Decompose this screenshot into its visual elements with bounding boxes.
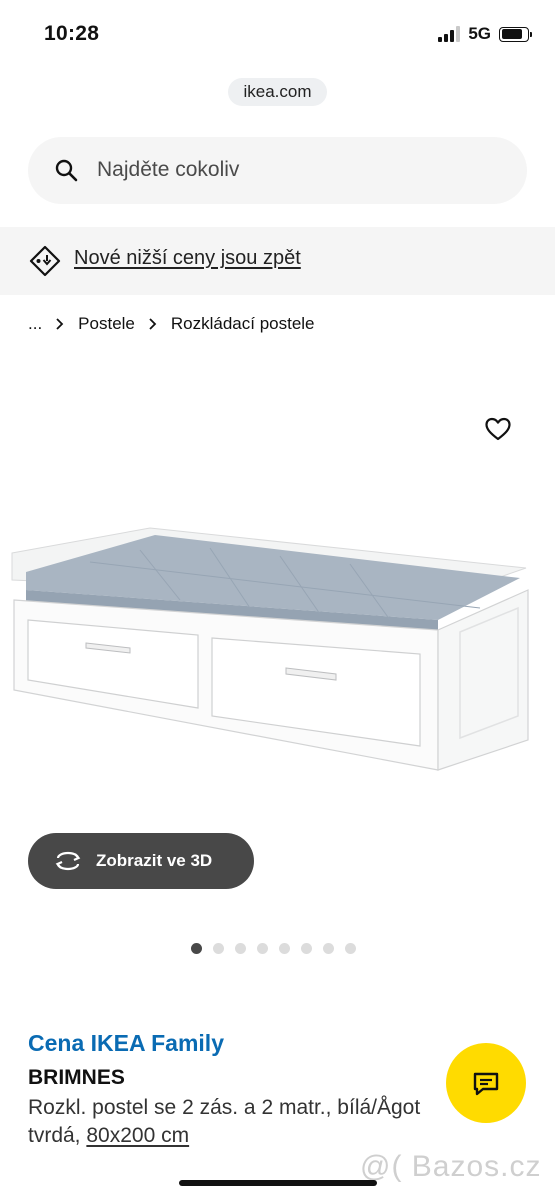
search-field[interactable]: Najděte cokoliv	[28, 137, 527, 204]
status-icons: 5G	[438, 24, 532, 44]
rotate-3d-icon	[55, 851, 81, 871]
gallery-dot[interactable]	[323, 943, 334, 954]
gallery-dot[interactable]	[213, 943, 224, 954]
chevron-right-icon	[149, 318, 157, 330]
signal-icon	[438, 26, 461, 42]
product-description: Rozkl. postel se 2 zás. a 2 matr., bílá/…	[28, 1094, 468, 1150]
gallery-dot[interactable]	[301, 943, 312, 954]
product-size-link[interactable]: 80x200 cm	[86, 1124, 189, 1147]
battery-icon	[499, 26, 532, 42]
chat-button[interactable]	[446, 1043, 526, 1123]
chevron-right-icon	[56, 318, 64, 330]
heart-icon[interactable]	[484, 415, 512, 443]
gallery-dot[interactable]	[279, 943, 290, 954]
status-bar: 10:28 5G	[0, 0, 555, 70]
url-bar[interactable]: ikea.com	[228, 78, 327, 106]
breadcrumb-ellipsis[interactable]: ...	[28, 314, 42, 334]
view-3d-button[interactable]: Zobrazit ve 3D	[28, 833, 254, 889]
watermark: @( Bazos.cz	[360, 1150, 542, 1183]
product-name: BRIMNES	[28, 1066, 125, 1089]
gallery-pagination	[191, 943, 356, 954]
status-time: 10:28	[44, 22, 100, 45]
gallery-dot[interactable]	[235, 943, 246, 954]
breadcrumb-postele[interactable]: Postele	[78, 314, 135, 334]
product-description-line1: Rozkl. postel se 2 zás. a 2 matr., bílá/…	[28, 1096, 421, 1119]
family-price-label: Cena IKEA Family	[28, 1030, 224, 1056]
promo-banner[interactable]: Nové nižší ceny jsou zpět	[0, 227, 555, 295]
product-image[interactable]	[0, 520, 555, 810]
network-type: 5G	[468, 24, 491, 43]
breadcrumb: ... Postele Rozkládací postele	[28, 314, 315, 334]
view-3d-label: Zobrazit ve 3D	[96, 851, 213, 870]
chat-icon	[473, 1072, 499, 1096]
product-description-line2: tvrdá,	[28, 1124, 81, 1147]
search-icon	[55, 159, 78, 182]
gallery-dot[interactable]	[191, 943, 202, 954]
search-placeholder: Najděte cokoliv	[97, 158, 240, 181]
home-indicator[interactable]	[179, 1180, 377, 1186]
gallery-dot[interactable]	[345, 943, 356, 954]
breadcrumb-rozkladaci-postele[interactable]: Rozkládací postele	[171, 314, 315, 334]
price-tag-icon	[29, 245, 61, 277]
gallery-dot[interactable]	[257, 943, 268, 954]
promo-link[interactable]: Nové nižší ceny jsou zpět	[74, 247, 301, 270]
